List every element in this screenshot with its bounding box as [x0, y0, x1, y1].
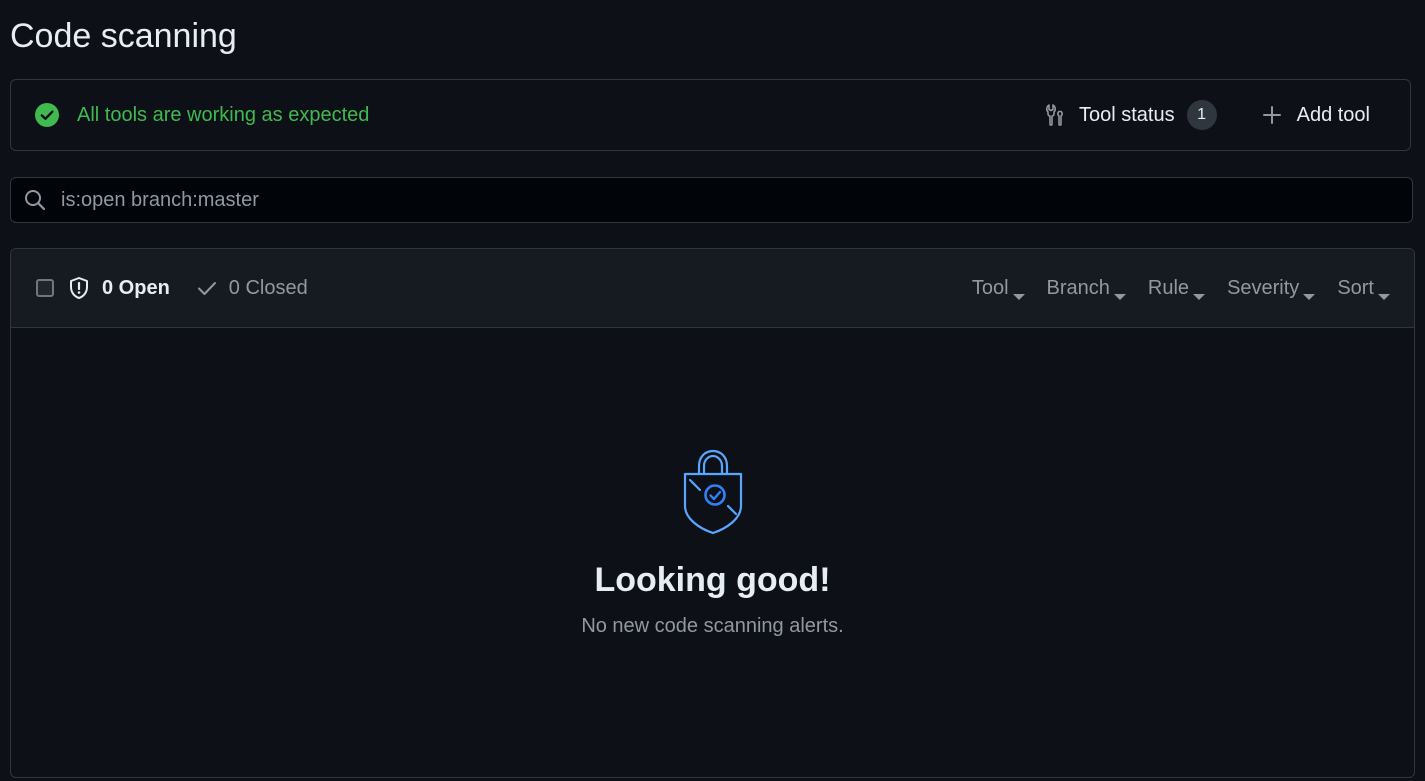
- select-all-checkbox[interactable]: [36, 279, 54, 297]
- filter-label: Sort: [1337, 276, 1374, 299]
- status-actions: Tool status 1 Add tool: [1043, 100, 1370, 130]
- alerts-header: 0 Open 0 Closed Tool Branch Rule Severit…: [11, 249, 1414, 328]
- filter-bar: Tool Branch Rule Severity Sort: [950, 277, 1390, 300]
- empty-state-subtitle: No new code scanning alerts.: [581, 615, 844, 637]
- caret-down-icon: [1012, 284, 1025, 300]
- search-bar[interactable]: [10, 177, 1413, 223]
- tab-open[interactable]: 0 Open: [67, 276, 170, 300]
- check-icon: [196, 277, 218, 299]
- check-circle-icon: [35, 103, 59, 127]
- caret-down-icon: [1193, 284, 1206, 300]
- filter-rule[interactable]: Rule: [1147, 276, 1206, 300]
- filter-label: Tool: [971, 276, 1009, 299]
- search-icon: [23, 188, 47, 212]
- add-tool-button[interactable]: Add tool: [1261, 104, 1370, 127]
- filter-tool[interactable]: Tool: [972, 277, 1025, 300]
- status-summary: All tools are working as expected: [35, 103, 369, 127]
- add-tool-label: Add tool: [1296, 103, 1370, 126]
- tab-closed[interactable]: 0 Closed: [196, 277, 308, 300]
- empty-state: Looking good! No new code scanning alert…: [11, 328, 1414, 777]
- shield-icon: [67, 276, 91, 300]
- tool-status-button[interactable]: Tool status 1: [1043, 100, 1217, 130]
- open-count-label: 0 Open: [102, 276, 170, 299]
- caret-down-icon: [1113, 284, 1126, 300]
- shield-lock-check-icon: [678, 446, 748, 536]
- caret-down-icon: [1378, 284, 1390, 300]
- tools-icon: [1043, 102, 1065, 128]
- tool-status-counter: 1: [1186, 100, 1217, 130]
- plus-icon: [1261, 104, 1283, 126]
- tool-status-banner: All tools are working as expected Tool s…: [10, 79, 1411, 151]
- empty-state-title: Looking good!: [594, 561, 831, 599]
- search-input[interactable]: [59, 179, 1412, 221]
- tool-status-label: Tool status: [1079, 103, 1175, 126]
- status-message: All tools are working as expected: [77, 103, 370, 126]
- caret-down-icon: [1303, 284, 1316, 300]
- page: Code scanning All tools are working as e…: [0, 0, 1425, 781]
- filter-label: Severity: [1227, 276, 1300, 299]
- filter-label: Rule: [1147, 276, 1190, 299]
- filter-severity[interactable]: Severity: [1227, 276, 1316, 300]
- filter-sort[interactable]: Sort: [1337, 277, 1390, 300]
- closed-count-label: 0 Closed: [228, 276, 308, 299]
- filter-branch[interactable]: Branch: [1047, 277, 1126, 300]
- filter-label: Branch: [1046, 276, 1110, 299]
- alerts-panel: 0 Open 0 Closed Tool Branch Rule Severit…: [10, 248, 1415, 778]
- page-title: Code scanning: [10, 17, 237, 55]
